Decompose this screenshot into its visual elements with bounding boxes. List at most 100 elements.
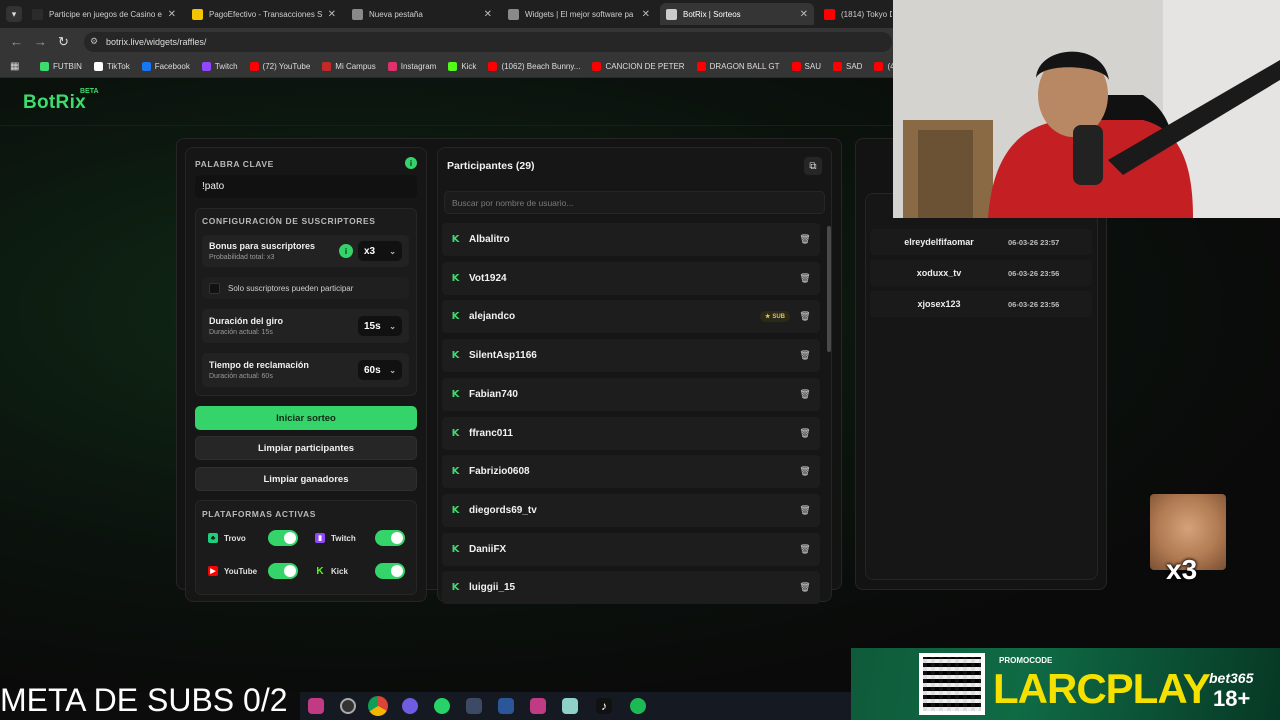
bookmark-label: DRAGON BALL GT xyxy=(709,62,780,71)
tab[interactable]: Widgets | El mejor software pa ✕ xyxy=(502,3,656,25)
tab[interactable]: (1814) Tokyo D xyxy=(818,3,898,25)
participants-scrollbar[interactable] xyxy=(827,226,831,352)
trash-icon[interactable]: 🗑 xyxy=(796,463,814,481)
bookmark-favicon-icon xyxy=(201,62,211,71)
tab[interactable]: BotRix | Sorteos ✕ xyxy=(660,3,814,25)
apps-grid-icon[interactable]: ▦ xyxy=(10,61,19,72)
participant-row: K SilentAsp1166 🗑 xyxy=(442,339,820,373)
youtube-icon: ▶ xyxy=(208,566,218,576)
participant-name: Fabrizio0608 xyxy=(469,466,530,478)
site-info-icon[interactable]: ⚙ xyxy=(90,36,98,47)
bookmark-item[interactable]: (72) YouTube xyxy=(249,62,310,71)
url-field[interactable]: ⚙ botrix.live/widgets/raffles/ xyxy=(84,32,892,52)
keyword-input[interactable]: !pato xyxy=(195,175,417,198)
bookmark-item[interactable]: SAD xyxy=(832,62,862,71)
close-icon[interactable]: ✕ xyxy=(800,9,808,20)
close-icon[interactable]: ✕ xyxy=(328,9,336,20)
trash-icon[interactable]: 🗑 xyxy=(796,308,814,326)
start-raffle-button[interactable]: Iniciar sorteo xyxy=(195,406,417,430)
tab[interactable]: Participe en juegos de Casino e ✕ xyxy=(26,3,182,25)
bookmark-item[interactable]: SAU xyxy=(791,62,821,71)
app-icon-1[interactable] xyxy=(308,698,324,714)
twitch-toggle[interactable] xyxy=(375,530,405,546)
close-icon[interactable]: ✕ xyxy=(484,9,492,20)
clear-participants-button[interactable]: Limpiar participantes xyxy=(195,436,417,460)
bookmark-favicon-icon xyxy=(141,62,151,71)
bookmark-item[interactable]: Instagram xyxy=(387,62,436,71)
tiktok-icon[interactable]: ♪ xyxy=(596,698,612,714)
close-icon[interactable]: ✕ xyxy=(168,9,176,20)
bonus-select[interactable]: x3 ⌄ xyxy=(358,241,402,261)
trash-icon[interactable]: 🗑 xyxy=(796,540,814,558)
bookmark-item[interactable]: Twitch xyxy=(201,62,238,71)
reload-icon[interactable]: ↻ xyxy=(58,34,69,50)
bookmark-item[interactable]: (1062) Beach Bunny... xyxy=(488,62,580,71)
trash-icon[interactable]: 🗑 xyxy=(796,501,814,519)
participant-row: K Albalitro 🗑 xyxy=(442,223,820,256)
whatsapp-icon[interactable] xyxy=(434,698,450,714)
clear-winners-button[interactable]: Limpiar ganadores xyxy=(195,467,417,491)
copy-icon[interactable]: ⧉ xyxy=(804,157,822,175)
bookmark-item[interactable]: FUTBIN xyxy=(40,62,82,71)
tab-label: PagoEfectivo - Transacciones S xyxy=(209,9,322,19)
bookmark-item[interactable]: TikTok xyxy=(93,62,130,71)
calculator-icon[interactable] xyxy=(466,698,482,714)
bookmark-favicon-icon xyxy=(488,62,498,71)
app-icon-4[interactable] xyxy=(402,698,418,714)
tab-favicon-icon xyxy=(192,8,203,20)
bookmark-item[interactable]: DRAGON BALL GT xyxy=(696,62,780,71)
word-icon[interactable] xyxy=(498,698,514,714)
forward-icon[interactable]: → xyxy=(34,34,47,49)
participant-row: K DaniiFX 🗑 xyxy=(442,532,820,566)
participant-row: Kalejandco ★ SUB 🗑 xyxy=(442,300,820,334)
bookmark-item[interactable]: Facebook xyxy=(141,62,190,71)
chrome-icon[interactable] xyxy=(368,696,388,716)
claim-time-select[interactable]: 60s ⌄ xyxy=(358,360,402,380)
app-icon-9[interactable] xyxy=(562,698,578,714)
app-icon-2[interactable] xyxy=(340,698,356,714)
keyword-info-icon[interactable]: i xyxy=(405,157,417,169)
participant-row: K Fabrizio0608 🗑 xyxy=(442,455,820,489)
bookmark-item[interactable]: Mi Campus xyxy=(322,62,376,71)
trash-icon[interactable]: 🗑 xyxy=(796,231,814,249)
tab[interactable]: PagoEfectivo - Transacciones S ✕ xyxy=(186,3,342,25)
botrix-logo[interactable]: BotRix xyxy=(23,92,86,114)
spin-duration-select[interactable]: 15s ⌄ xyxy=(358,316,402,336)
bookmark-favicon-icon xyxy=(387,62,397,71)
trash-icon[interactable]: 🗑 xyxy=(796,385,814,403)
subscriber-config-label: CONFIGURACIÓN DE SUSCRIPTORES xyxy=(202,216,376,226)
sub-badge: ★ SUB xyxy=(759,311,790,323)
trash-icon[interactable]: 🗑 xyxy=(796,579,814,597)
kick-icon: K xyxy=(451,350,460,362)
kick-toggle[interactable] xyxy=(375,563,405,579)
bonus-info-icon[interactable]: i xyxy=(339,244,353,258)
winner-name: xjosex123 xyxy=(917,299,961,309)
participant-search-input[interactable]: Buscar por nombre de usuario... xyxy=(444,191,825,214)
app-icon-8[interactable] xyxy=(530,698,546,714)
tab-search-button[interactable]: ▾ xyxy=(6,6,22,22)
trovo-toggle[interactable] xyxy=(268,530,298,546)
spin-duration-value: 15s xyxy=(364,320,381,332)
kick-icon: K xyxy=(451,234,460,245)
bookmark-label: SAU xyxy=(804,62,821,71)
back-icon[interactable]: ← xyxy=(10,34,23,49)
bookmark-label: Mi Campus xyxy=(335,62,376,71)
bookmark-item[interactable]: Kick xyxy=(448,62,476,71)
participant-name: Vot1924 xyxy=(469,272,507,284)
participant-name: Albalitro xyxy=(469,234,510,245)
youtube-toggle[interactable] xyxy=(268,563,298,579)
participant-name: luiggii_15 xyxy=(469,582,516,594)
taskbar: ♪ xyxy=(300,692,852,720)
tab-favicon-icon xyxy=(32,8,43,20)
kick-icon: K xyxy=(451,504,460,516)
bookmark-item[interactable]: CANCION DE PETER xyxy=(592,62,685,71)
tab[interactable]: Nueva pestaña ✕ xyxy=(346,3,498,25)
trash-icon[interactable]: 🗑 xyxy=(796,424,814,442)
close-icon[interactable]: ✕ xyxy=(642,9,650,20)
bookmark-favicon-icon xyxy=(791,62,801,71)
trash-icon[interactable]: 🗑 xyxy=(796,269,814,287)
trash-icon[interactable]: 🗑 xyxy=(796,347,814,365)
only-subs-checkbox[interactable] xyxy=(209,283,220,294)
spotify-icon[interactable] xyxy=(630,698,646,714)
sub-badge-label: SUB xyxy=(772,313,785,320)
